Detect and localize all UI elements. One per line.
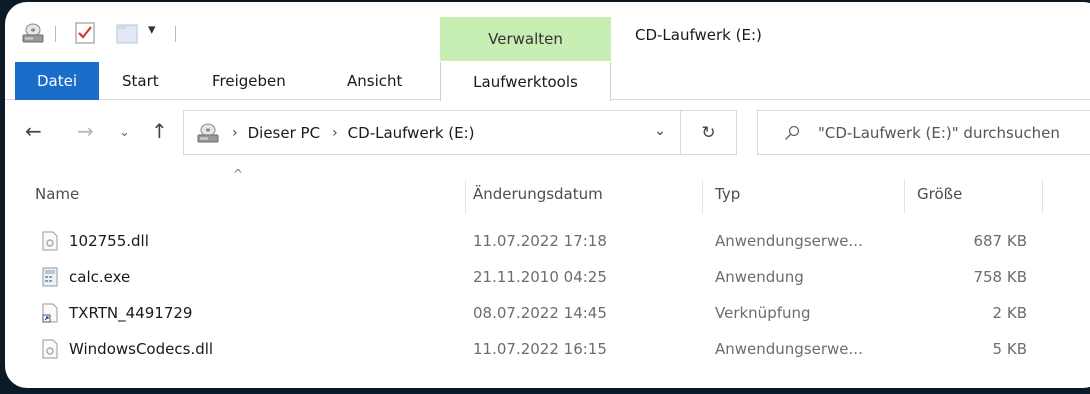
search-input[interactable]: "CD-Laufwerk (E:)" durchsuchen [757, 110, 1090, 155]
file-type: Anwendungserwe... [715, 232, 863, 250]
breadcrumb-cd-laufwerk[interactable]: CD-Laufwerk (E:) [348, 124, 475, 142]
file-type: Verknüpfung [715, 304, 811, 322]
column-header-size[interactable]: Größe [917, 177, 1047, 211]
column-divider[interactable] [702, 180, 703, 214]
column-header-type[interactable]: Typ [715, 177, 905, 211]
ribbon-tab-row: Datei Start Freigeben Ansicht Laufwerkto… [5, 62, 1090, 101]
explorer-window: ▾ Verwalten CD-Laufwerk (E:) Datei Start… [5, 2, 1090, 388]
refresh-icon[interactable]: ↻ [681, 110, 737, 155]
cd-drive-icon[interactable] [21, 22, 45, 44]
column-divider[interactable] [1042, 180, 1043, 214]
breadcrumb-separator-icon[interactable]: › [232, 125, 238, 141]
column-header-date[interactable]: Änderungsdatum [473, 177, 703, 211]
file-row[interactable]: WindowsCodecs.dll 11.07.2022 16:15 Anwen… [5, 331, 1090, 367]
file-date: 11.07.2022 16:15 [473, 340, 607, 358]
exe-file-icon [39, 259, 61, 295]
properties-icon[interactable] [75, 22, 95, 44]
dll-file-icon [39, 331, 61, 367]
dll-file-icon [39, 223, 61, 259]
context-tab-group-verwalten: Verwalten [440, 17, 611, 61]
shortcut-file-icon [39, 295, 61, 331]
file-row[interactable]: TXRTN_4491729 08.07.2022 14:45 Verknüpfu… [5, 295, 1090, 331]
search-placeholder: "CD-Laufwerk (E:)" durchsuchen [818, 123, 1060, 142]
tab-ansicht[interactable]: Ansicht [347, 62, 402, 100]
quick-access-toolbar: ▾ Verwalten CD-Laufwerk (E:) [5, 2, 1090, 62]
breadcrumb-dieser-pc[interactable]: Dieser PC [248, 124, 320, 142]
file-name[interactable]: TXRTN_4491729 [69, 295, 192, 331]
new-folder-icon[interactable] [116, 22, 138, 44]
file-size: 758 KB [973, 268, 1027, 286]
up-arrow-icon[interactable]: ↑ [151, 119, 168, 143]
file-name[interactable]: 102755.dll [69, 223, 149, 259]
address-bar[interactable]: › Dieser PC › CD-Laufwerk (E:) ⌄ [183, 110, 681, 155]
navigation-bar: ← → ⌄ ↑ › Dieser PC › CD-Laufwerk (E:) ⌄… [5, 105, 1090, 160]
column-divider[interactable] [465, 180, 466, 214]
file-name[interactable]: calc.exe [69, 259, 130, 295]
toolbar-separator [55, 26, 56, 42]
search-icon [785, 125, 800, 140]
customize-toolbar-dropdown[interactable]: ▾ [148, 20, 156, 38]
column-divider[interactable] [904, 180, 905, 214]
file-type: Anwendungserwe... [715, 340, 863, 358]
file-type: Anwendung [715, 268, 804, 286]
forward-arrow-icon[interactable]: → [77, 119, 94, 143]
file-date: 11.07.2022 17:18 [473, 232, 607, 250]
file-date: 08.07.2022 14:45 [473, 304, 607, 322]
back-arrow-icon[interactable]: ← [25, 119, 42, 143]
window-title: CD-Laufwerk (E:) [635, 26, 762, 44]
tab-start[interactable]: Start [122, 62, 159, 100]
file-name[interactable]: WindowsCodecs.dll [69, 331, 213, 367]
file-row[interactable]: 102755.dll 11.07.2022 17:18 Anwendungser… [5, 223, 1090, 259]
toolbar-separator [175, 26, 176, 42]
file-size: 5 KB [992, 340, 1027, 358]
file-size: 687 KB [973, 232, 1027, 250]
file-row[interactable]: calc.exe 21.11.2010 04:25 Anwendung 758 … [5, 259, 1090, 295]
recent-locations-chevron-icon[interactable]: ⌄ [119, 125, 130, 140]
file-size: 2 KB [992, 304, 1027, 322]
column-header-name[interactable]: Name [35, 177, 465, 211]
breadcrumb-separator-icon[interactable]: › [332, 125, 338, 141]
address-dropdown-icon[interactable]: ⌄ [654, 123, 666, 139]
file-date: 21.11.2010 04:25 [473, 268, 607, 286]
tab-freigeben[interactable]: Freigeben [212, 62, 286, 100]
cd-drive-icon [197, 123, 219, 142]
tab-datei[interactable]: Datei [15, 62, 99, 100]
tab-laufwerktools[interactable]: Laufwerktools [440, 62, 611, 101]
